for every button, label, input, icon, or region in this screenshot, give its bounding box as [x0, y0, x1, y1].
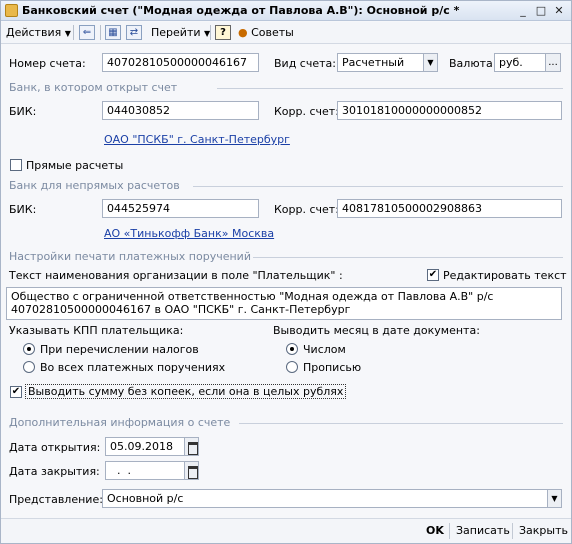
account-number-label: Номер счета:	[9, 57, 86, 70]
kpp-all-label: Во всех платежных поручениях	[40, 361, 226, 374]
section-divider	[239, 423, 563, 424]
payer-text-area[interactable]: Общество с ограниченной ответственностью…	[6, 287, 562, 320]
bank-section-title: Банк, в котором открыт счет	[9, 81, 178, 94]
bank-bik-input[interactable]: 044030852	[102, 101, 259, 120]
bank-corr-label: Корр. счет:	[274, 105, 339, 118]
close-window-button[interactable]: ✕	[551, 3, 567, 18]
close-button[interactable]: Закрыть	[519, 524, 568, 537]
month-words-label: Прописью	[303, 361, 362, 374]
toolbar: Действия ▼ ⇐ ▦ ⇄ Перейти ▼ ? ● Советы	[1, 22, 571, 44]
direct-payments-label: Прямые расчеты	[26, 159, 124, 172]
bank-corr-input[interactable]: 30101810000000000852	[337, 101, 562, 120]
edit-text-label: Редактировать текст	[443, 269, 567, 282]
restore-button[interactable]: □	[533, 3, 549, 18]
kpp-all-radio[interactable]	[23, 361, 35, 373]
toolbar-divider	[73, 25, 74, 40]
calendar-icon[interactable]	[184, 437, 199, 456]
no-kopecks-label: Выводить сумму без копеек, если она в це…	[25, 384, 347, 399]
edit-text-checkbox[interactable]: ✔	[427, 269, 439, 281]
close-date-input[interactable]: . .	[105, 461, 185, 480]
no-kopecks-checkbox[interactable]: ✔	[10, 386, 22, 398]
indirect-corr-label: Корр. счет:	[274, 203, 339, 216]
goto-label: Перейти	[151, 26, 201, 39]
currency-select-button[interactable]: ...	[545, 53, 561, 72]
app-icon	[5, 4, 18, 17]
arrow-left-icon[interactable]: ⇐	[79, 25, 95, 40]
account-type-label: Вид счета:	[274, 57, 336, 70]
window-title: Банковский счет ("Модная одежда от Павло…	[22, 4, 460, 17]
section-divider	[193, 186, 563, 187]
actions-label: Действия	[6, 26, 62, 39]
section-divider	[217, 88, 563, 89]
representation-label: Представление:	[9, 493, 103, 506]
lightbulb-icon: ●	[238, 26, 248, 39]
swap-icon[interactable]: ⇄	[126, 25, 142, 40]
bottom-bar: OK Записать Закрыть	[1, 518, 571, 543]
ok-button[interactable]: OK	[426, 524, 444, 537]
actions-menu[interactable]: Действия ▼	[6, 24, 71, 41]
account-number-input[interactable]: 40702810500000046167	[102, 53, 259, 72]
kpp-taxes-radio[interactable]	[23, 343, 35, 355]
month-number-radio[interactable]	[286, 343, 298, 355]
chevron-down-icon[interactable]: ▼	[547, 489, 562, 508]
month-words-radio[interactable]	[286, 361, 298, 373]
payer-text-line: Общество с ограниченной ответственностью…	[11, 290, 494, 303]
indirect-corr-input[interactable]: 40817810500002908863	[337, 199, 562, 218]
currency-label: Валюта:	[449, 57, 497, 70]
bank-name-link[interactable]: ОАО "ПСКБ" г. Санкт-Петербург	[104, 133, 290, 146]
minimize-button[interactable]: _	[515, 3, 531, 18]
account-type-select[interactable]: Расчетный	[337, 53, 424, 72]
extra-info-section-title: Дополнительная информация о счете	[9, 416, 231, 429]
close-date-label: Дата закрытия:	[9, 465, 100, 478]
section-divider	[253, 257, 563, 258]
kpp-taxes-label: При перечислении налогов	[40, 343, 199, 356]
title-bar: Банковский счет ("Модная одежда от Павло…	[1, 1, 571, 21]
calendar-icon[interactable]	[184, 461, 199, 480]
indirect-bik-label: БИК:	[9, 203, 37, 216]
footer-divider	[512, 523, 513, 539]
bank-bik-label: БИК:	[9, 105, 37, 118]
month-label: Выводить месяц в дате документа:	[273, 324, 480, 337]
payer-text-label: Текст наименования организации в поле "П…	[9, 269, 343, 282]
tips-label: Советы	[251, 26, 294, 39]
chevron-down-icon[interactable]: ▼	[423, 53, 438, 72]
indirect-bank-name-link[interactable]: АО «Тинькофф Банк» Москва	[104, 227, 274, 240]
document-structure-icon[interactable]: ▦	[105, 25, 121, 40]
open-date-label: Дата открытия:	[9, 441, 101, 454]
open-date-input[interactable]: 05.09.2018	[105, 437, 185, 456]
chevron-down-icon: ▼	[64, 29, 71, 38]
goto-menu[interactable]: Перейти ▼	[151, 24, 210, 41]
indirect-bik-input[interactable]: 044525974	[102, 199, 259, 218]
representation-input[interactable]: Основной р/с	[102, 489, 548, 508]
toolbar-divider	[210, 25, 211, 40]
month-number-label: Числом	[303, 343, 346, 356]
print-settings-section-title: Настройки печати платежных поручений	[9, 250, 251, 263]
currency-input[interactable]: руб.	[494, 53, 546, 72]
footer-divider	[449, 523, 450, 539]
tips-button[interactable]: ● Советы	[238, 24, 294, 41]
kpp-label: Указывать КПП плательщика:	[9, 324, 184, 337]
help-button[interactable]: ?	[215, 25, 231, 40]
payer-text-line: 40702810500000046167 в ОАО "ПСКБ" г. Сан…	[11, 303, 351, 316]
save-button[interactable]: Записать	[456, 524, 510, 537]
direct-payments-checkbox[interactable]	[10, 159, 22, 171]
bank-account-window: Банковский счет ("Модная одежда от Павло…	[0, 0, 572, 544]
toolbar-divider	[100, 25, 101, 40]
indirect-bank-section-title: Банк для непрямых расчетов	[9, 179, 180, 192]
